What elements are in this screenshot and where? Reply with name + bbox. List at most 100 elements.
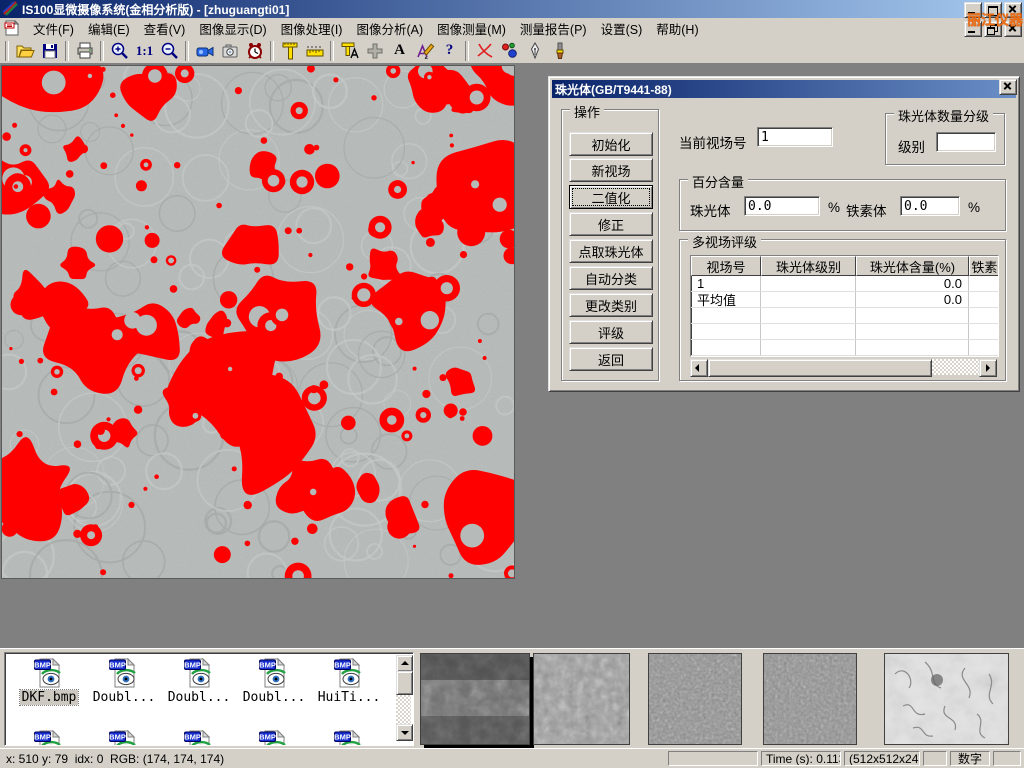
menu-image-measure[interactable]: 图像测量(M) (430, 17, 513, 40)
scroll-up-button[interactable] (396, 655, 413, 672)
file-item[interactable] (13, 729, 85, 746)
pearlite-input[interactable] (744, 196, 820, 216)
menu-settings[interactable]: 设置(S) (594, 17, 650, 40)
menu-measure-report[interactable]: 测量报告(P) (513, 17, 594, 40)
dialog-title-bar[interactable]: 珠光体(GB/T9441-88) (552, 80, 1016, 98)
child-minimize-button[interactable] (964, 21, 982, 37)
thumbnail-3[interactable] (648, 653, 742, 745)
file-item[interactable] (238, 729, 310, 746)
current-field-input[interactable] (757, 127, 833, 147)
multi-field-group-title: 多视场评级 (688, 232, 761, 251)
curve-measure-button[interactable] (472, 40, 497, 62)
thumbnail-2[interactable] (533, 653, 630, 745)
menu-edit[interactable]: 编辑(E) (81, 17, 137, 40)
table-row[interactable]: 平均值 0.0 (691, 292, 998, 308)
cell-field: 平均值 (691, 292, 761, 308)
particle-analysis-button[interactable] (497, 40, 522, 62)
caliper-button[interactable] (277, 40, 302, 62)
measure-text-icon (340, 41, 360, 61)
thumbnail-4[interactable] (763, 653, 857, 745)
table-row-empty[interactable] (691, 340, 998, 356)
file-item[interactable]: DKF.bmp (13, 657, 85, 705)
video-camera-button[interactable] (192, 40, 217, 62)
return-button[interactable]: 返回 (569, 347, 653, 371)
menu-image-process[interactable]: 图像处理(I) (274, 17, 350, 40)
menu-image-display[interactable]: 图像显示(D) (192, 17, 273, 40)
camera-button[interactable] (217, 40, 242, 62)
scroll-left-button[interactable] (690, 359, 708, 377)
col-pearlite-content[interactable]: 珠光体含量(%) (856, 256, 969, 276)
file-item[interactable]: HuiTi... (313, 657, 385, 705)
col-pearlite-grade[interactable]: 珠光体级别 (761, 256, 856, 276)
file-name[interactable]: Doubl... (241, 690, 308, 705)
col-ferrite-content[interactable]: 铁素体含量(%) (969, 256, 999, 276)
file-name[interactable]: Doubl... (166, 690, 233, 705)
change-class-button[interactable]: 更改类别 (569, 293, 653, 317)
rating-table[interactable]: 视场号 珠光体级别 珠光体含量(%) 铁素体含量(%) 1 0.0 平均值 (690, 255, 999, 357)
minimize-button[interactable] (964, 2, 982, 18)
scroll-down-button[interactable] (396, 724, 413, 741)
maximize-button[interactable] (984, 2, 1002, 18)
help-button[interactable]: ? (437, 40, 462, 62)
pen-button[interactable] (522, 40, 547, 62)
auto-classify-button[interactable]: 自动分类 (569, 266, 653, 290)
file-item[interactable] (313, 729, 385, 746)
brush-button[interactable] (547, 40, 572, 62)
dialog-close-button[interactable] (999, 79, 1017, 95)
open-button[interactable] (12, 40, 37, 62)
init-button[interactable]: 初始化 (569, 132, 653, 156)
table-row-empty[interactable] (691, 308, 998, 324)
bmp-file-icon (108, 729, 140, 746)
thumbnail-5[interactable] (884, 653, 1009, 745)
table-row[interactable]: 1 0.0 (691, 276, 998, 292)
menu-help[interactable]: 帮助(H) (649, 17, 705, 40)
col-field[interactable]: 视场号 (691, 256, 761, 276)
ferrite-input[interactable] (900, 196, 960, 216)
file-name[interactable]: Doubl... (91, 690, 158, 705)
move-button[interactable] (362, 40, 387, 62)
bmp-file-icon (258, 657, 290, 689)
menu-view[interactable]: 查看(V) (137, 17, 193, 40)
measure-text-button[interactable] (337, 40, 362, 62)
timer-button[interactable] (242, 40, 267, 62)
file-vertical-scrollbar[interactable] (396, 655, 411, 741)
metallographic-image[interactable] (2, 66, 514, 578)
zoom-in-button[interactable] (107, 40, 132, 62)
file-browser[interactable]: DKF.bmp Doubl... Doubl... Doubl... HuiTi… (4, 652, 414, 746)
brush-icon (550, 41, 570, 61)
file-item[interactable] (88, 729, 160, 746)
file-name[interactable]: DKF.bmp (20, 690, 79, 705)
binarize-button[interactable]: 二值化 (569, 185, 653, 209)
bmp-file-icon (33, 657, 65, 689)
scroll-right-button[interactable] (979, 359, 997, 377)
file-item[interactable]: Doubl... (88, 657, 160, 705)
text-button[interactable]: A (387, 40, 412, 62)
rate-button[interactable]: 评级 (569, 320, 653, 344)
cursor-position-readout: x: 510 y: 79 idx: 0 RGB: (174, 174, 174) (6, 752, 224, 766)
table-row-empty[interactable] (691, 324, 998, 340)
file-item[interactable]: Doubl... (163, 657, 235, 705)
child-restore-button[interactable] (984, 21, 1002, 37)
child-close-button[interactable] (1004, 21, 1022, 37)
pick-pearlite-button[interactable]: 点取珠光体 (569, 239, 653, 263)
zoom-out-button[interactable] (157, 40, 182, 62)
new-field-button[interactable]: 新视场 (569, 158, 653, 182)
save-button[interactable] (37, 40, 62, 62)
menu-file[interactable]: 文件(F) (26, 17, 81, 40)
print-icon (75, 41, 95, 61)
scrollbar-thumb[interactable] (396, 671, 413, 695)
level-input[interactable] (936, 132, 996, 152)
actual-size-button[interactable]: 1:1 (132, 40, 157, 62)
file-item[interactable] (163, 729, 235, 746)
correct-button[interactable]: 修正 (569, 212, 653, 236)
file-item[interactable]: Doubl... (238, 657, 310, 705)
menu-image-analysis[interactable]: 图像分析(A) (349, 17, 430, 40)
table-horizontal-scrollbar[interactable] (690, 359, 997, 375)
ruler-button[interactable] (302, 40, 327, 62)
annotate-button[interactable] (412, 40, 437, 62)
scrollbar-thumb[interactable] (708, 359, 932, 377)
close-button[interactable] (1004, 2, 1022, 18)
file-name[interactable]: HuiTi... (316, 690, 383, 705)
thumbnail-1[interactable] (420, 653, 530, 745)
print-button[interactable] (72, 40, 97, 62)
